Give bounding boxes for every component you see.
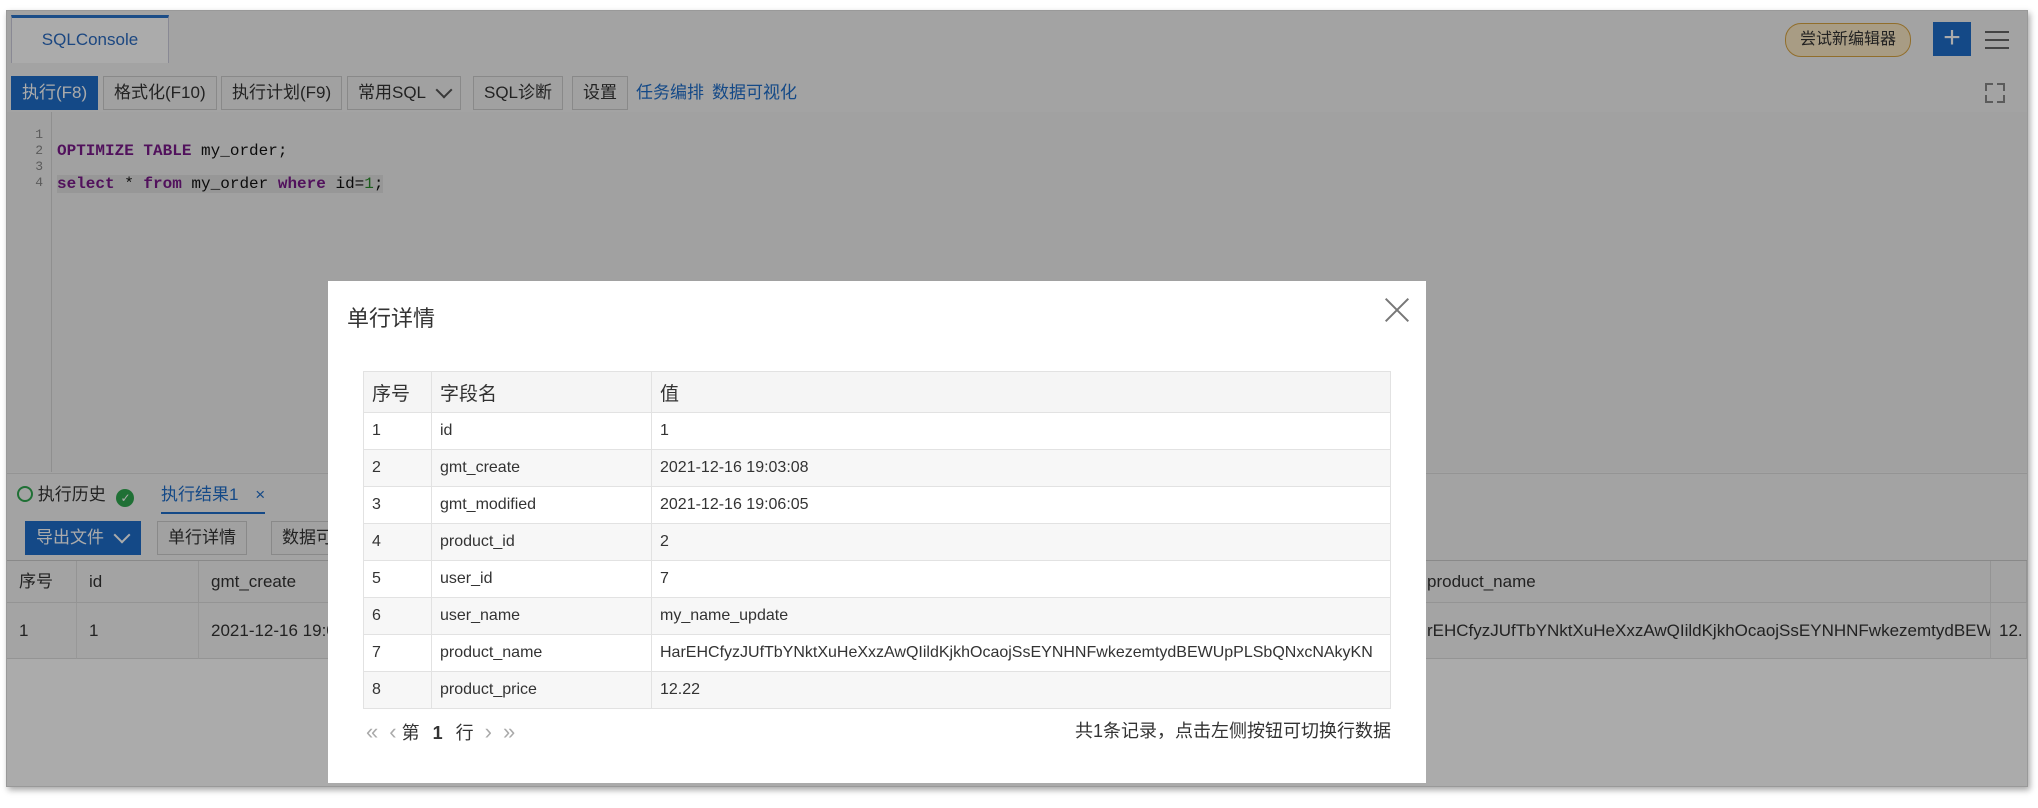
row-pager: « ‹ 第 1 行 › » [366, 719, 515, 745]
table-row: 4 product_id 2 [363, 523, 1391, 561]
row-value: 2021-12-16 19:03:08 [651, 449, 1391, 487]
first-page-icon[interactable]: « [366, 719, 378, 744]
row-value: HarEHCfyzJUfTbYNktXuHeXxzAwQIildKjkhOcao… [651, 634, 1391, 672]
table-row: 8 product_price 12.22 [363, 671, 1391, 709]
row-field: user_name [431, 597, 652, 635]
row-value: 12.22 [651, 671, 1391, 709]
row-seq: 7 [363, 634, 432, 672]
row-field: product_name [431, 634, 652, 672]
row-value: 2021-12-16 19:06:05 [651, 486, 1391, 524]
row-field: product_id [431, 523, 652, 561]
row-value: 2 [651, 523, 1391, 561]
next-page-icon[interactable]: › [485, 719, 492, 744]
table-row: 6 user_name my_name_update [363, 597, 1391, 635]
row-seq: 1 [363, 412, 432, 450]
row-detail-table: 序号 字段名 值 1 id 1 2 gmt_create 2021-12-16 19:0… [363, 371, 1391, 709]
row-seq: 8 [363, 671, 432, 709]
row-seq: 3 [363, 486, 432, 524]
sql-console-window: SQLConsole 尝试新编辑器 + 执行(F8) 格式化(F10) 执行计划… [6, 10, 2028, 787]
row-seq: 4 [363, 523, 432, 561]
table-row: 1 id 1 [363, 412, 1391, 450]
row-field: gmt_create [431, 449, 652, 487]
pager-label-pre: 第 [401, 723, 420, 743]
table-header-seq: 序号 [363, 371, 432, 413]
row-field: product_price [431, 671, 652, 709]
pager-label-post: 行 [455, 723, 474, 743]
record-count-text: 共1条记录，点击左侧按钮可切换行数据 [1074, 721, 1391, 741]
table-row: 3 gmt_modified 2021-12-16 19:06:05 [363, 486, 1391, 524]
row-seq: 5 [363, 560, 432, 598]
table-header-value: 值 [651, 371, 1391, 413]
table-row: 2 gmt_create 2021-12-16 19:03:08 [363, 449, 1391, 487]
table-row: 5 user_id 7 [363, 560, 1391, 598]
pager-current-row: 1 [432, 723, 443, 743]
table-row: 7 product_name HarEHCfyzJUfTbYNktXuHeXxzAw… [363, 634, 1391, 672]
row-field: id [431, 412, 652, 450]
close-icon[interactable] [1384, 297, 1410, 323]
last-page-icon[interactable]: » [503, 719, 515, 744]
modal-title: 单行详情 [347, 306, 436, 331]
row-field: user_id [431, 560, 652, 598]
row-detail-modal: 单行详情 序号 字段名 值 1 id 1 2 gmt_create 2021-12-16… [328, 281, 1426, 783]
row-seq: 2 [363, 449, 432, 487]
row-value: 7 [651, 560, 1391, 598]
table-header-row: 序号 字段名 值 [363, 371, 1391, 413]
prev-page-icon[interactable]: ‹ [389, 719, 396, 744]
row-value: 1 [651, 412, 1391, 450]
row-seq: 6 [363, 597, 432, 635]
row-value: my_name_update [651, 597, 1391, 635]
row-field: gmt_modified [431, 486, 652, 524]
table-header-field: 字段名 [431, 371, 652, 413]
